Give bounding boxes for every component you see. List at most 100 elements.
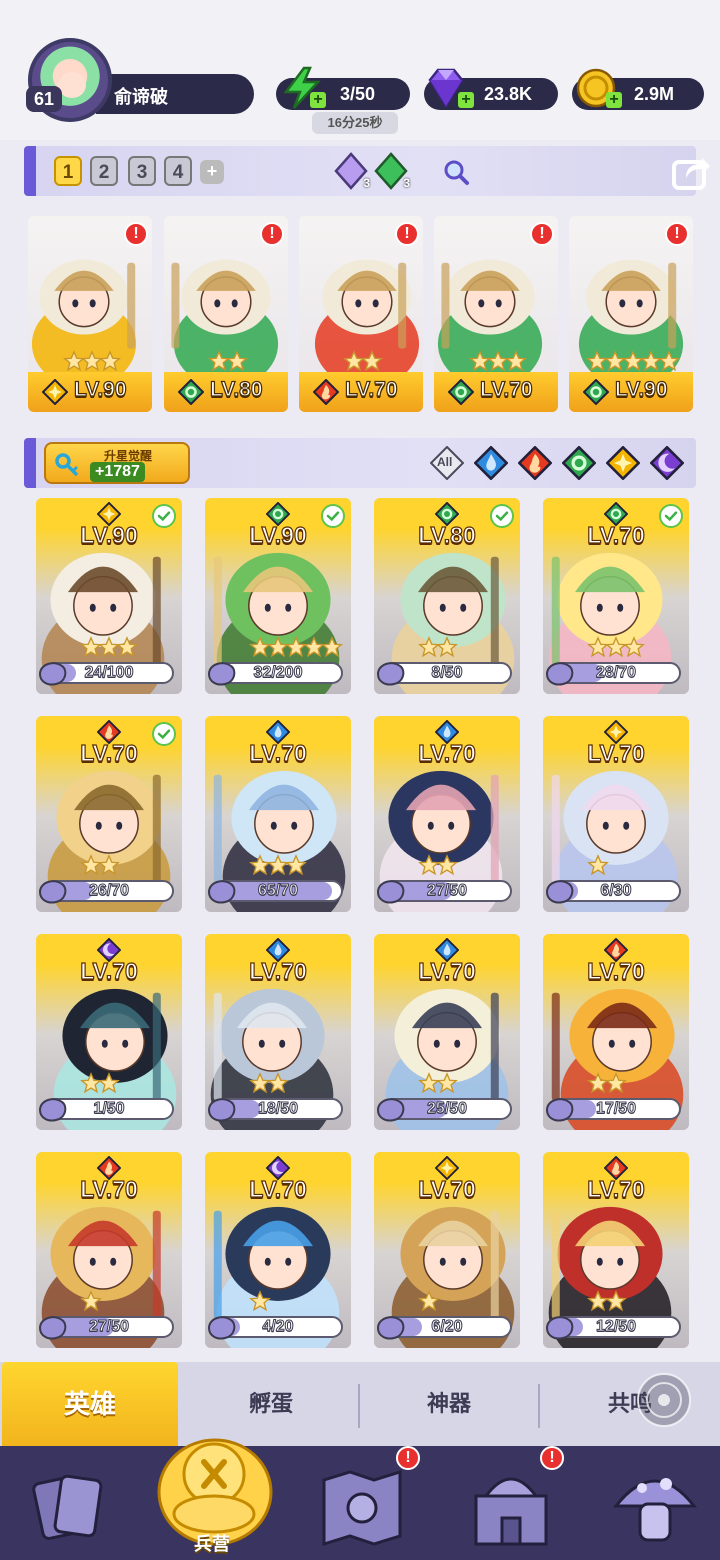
hero-card[interactable]: LV.70 26/70 [36, 716, 182, 912]
wind-element-icon [178, 379, 204, 405]
castle-alert-icon: ! [540, 1446, 564, 1470]
nav-cards[interactable] [0, 1446, 140, 1560]
star-icon [98, 1072, 120, 1094]
upgrade-alert-icon: ! [260, 222, 284, 246]
team-level-text: LV.80 [209, 377, 263, 401]
nav-castle[interactable]: ! [450, 1446, 580, 1560]
hero-card[interactable]: LV.70 17/50 [543, 934, 689, 1130]
hero-level: LV.70 [249, 739, 308, 766]
star-rating [249, 1072, 289, 1099]
map-icon [322, 1470, 402, 1546]
tab-resonance[interactable]: 共鸣 [540, 1362, 720, 1446]
hero-card[interactable]: LV.70 6/20 [374, 1152, 520, 1348]
upgrade-alert-icon: ! [124, 222, 148, 246]
nav-map[interactable]: ! [300, 1446, 430, 1560]
hero-card[interactable]: LV.70 4/20 [205, 1152, 351, 1348]
hero-level: LV.70 [418, 739, 477, 766]
team-slot-3[interactable]: LV.70! [299, 216, 423, 412]
filter-light-button[interactable] [605, 445, 641, 481]
team-tab-4[interactable]: 4 [164, 156, 192, 186]
team-level-bar: LV.80 [164, 372, 288, 412]
star-rating [80, 854, 120, 881]
star-icon [249, 1290, 271, 1312]
check-icon [321, 504, 345, 528]
team-level-text: LV.70 [479, 377, 533, 401]
gems-value: 23.8K [484, 84, 533, 104]
energy-add-icon[interactable]: + [310, 92, 326, 108]
hero-card[interactable]: LV.90 32/200 [205, 498, 351, 694]
star-rating [418, 1290, 440, 1317]
gold-add-icon[interactable]: + [606, 92, 622, 108]
hero-level: LV.70 [249, 957, 308, 984]
player-name-pill[interactable]: 俞谛破 [96, 74, 254, 114]
star-rating [249, 636, 343, 663]
hero-card[interactable]: LV.70 65/70 [205, 716, 351, 912]
fire-element-icon [517, 445, 553, 481]
filter-fire-button[interactable] [517, 445, 553, 481]
hero-card[interactable]: LV.70 25/50 [374, 934, 520, 1130]
hero-level: LV.70 [80, 957, 139, 984]
star-icon [605, 1290, 627, 1312]
soul-shard-icon [38, 1316, 67, 1340]
add-team-button[interactable]: + [200, 160, 224, 184]
awaken-value: +1787 [90, 462, 145, 482]
hero-level: LV.70 [587, 1175, 646, 1202]
soul-shard-icon [545, 1098, 574, 1122]
hero-card[interactable]: LV.70 27/50 [374, 716, 520, 912]
wind-element-icon [448, 379, 474, 405]
tab-artifacts[interactable]: 神器 [360, 1362, 538, 1446]
star-rating [418, 854, 458, 881]
player-level-badge: 61 [26, 86, 62, 112]
hero-card[interactable]: LV.80 8/50 [374, 498, 520, 694]
wind-element-icon [561, 445, 597, 481]
hero-filter-bar: 升星觉醒 +1787 All [24, 438, 696, 488]
filter-dark-button[interactable] [649, 445, 685, 481]
team-tab-2[interactable]: 2 [90, 156, 118, 186]
search-icon[interactable] [442, 158, 470, 186]
purple-gem-icon[interactable]: 3 [332, 152, 370, 190]
team-slot-4[interactable]: LV.70! [434, 216, 558, 412]
star-icon [587, 854, 609, 876]
filter-water-button[interactable] [473, 445, 509, 481]
team-tab-3[interactable]: 3 [128, 156, 156, 186]
team-selector-bar: 1 2 3 4 + 3 3 [24, 146, 710, 196]
hero-level: LV.70 [249, 1175, 308, 1202]
hero-card[interactable]: LV.70 18/50 [205, 934, 351, 1130]
water-element-icon [473, 445, 509, 481]
check-icon [659, 504, 683, 528]
team-tab-1[interactable]: 1 [54, 156, 82, 186]
gems-add-icon[interactable]: + [458, 92, 474, 108]
hero-card[interactable]: LV.70 27/50 [36, 1152, 182, 1348]
share-icon[interactable] [670, 152, 712, 192]
star-icon [436, 1072, 458, 1094]
star-icon [605, 1072, 627, 1094]
nav-mushroom[interactable] [600, 1446, 720, 1560]
hero-card[interactable]: LV.70 6/30 [543, 716, 689, 912]
tab-heroes[interactable]: 英雄 [2, 1362, 178, 1446]
filter-all-button[interactable]: All [429, 445, 465, 481]
upgrade-alert-icon: ! [665, 222, 689, 246]
soul-shard-icon [545, 662, 574, 686]
team-slot-1[interactable]: LV.90! [28, 216, 152, 412]
star-icon [321, 636, 343, 658]
green-gem-count: 3 [403, 176, 410, 190]
floating-assist-icon[interactable] [636, 1372, 692, 1428]
check-icon [152, 504, 176, 528]
nav-barracks[interactable]: 兵营 [150, 1438, 280, 1560]
team-slot-2[interactable]: LV.80! [164, 216, 288, 412]
star-icon [267, 1072, 289, 1094]
light-element-icon [605, 445, 641, 481]
team-level-bar: LV.90 [28, 372, 152, 412]
star-icon [623, 636, 645, 658]
awaken-button[interactable]: 升星觉醒 +1787 [44, 442, 190, 484]
hero-card[interactable]: LV.90 24/100 [36, 498, 182, 694]
soul-shard-icon [545, 1316, 574, 1340]
green-gem-icon[interactable]: 3 [372, 152, 410, 190]
hero-card[interactable]: LV.70 1/50 [36, 934, 182, 1130]
fire-element-icon [313, 379, 339, 405]
hero-card[interactable]: LV.70 12/50 [543, 1152, 689, 1348]
filter-wind-button[interactable] [561, 445, 597, 481]
star-icon [99, 350, 121, 372]
team-slot-5[interactable]: LV.90! [569, 216, 693, 412]
hero-card[interactable]: LV.70 28/70 [543, 498, 689, 694]
